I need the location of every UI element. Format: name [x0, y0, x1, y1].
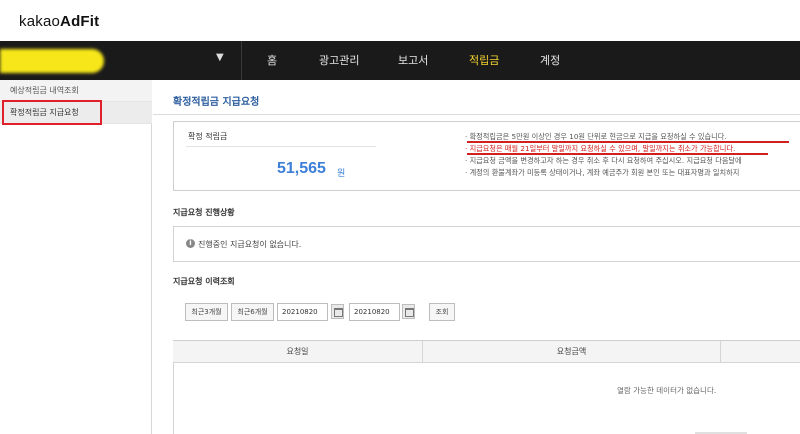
highlight-box — [2, 100, 102, 125]
history-table: 요청일 요청금액 열람 가능한 데이터가 없습니다. — [173, 340, 800, 434]
column-header-request-date: 요청일 — [173, 341, 423, 363]
account-selector[interactable]: ▼ — [0, 41, 242, 80]
calendar-icon[interactable] — [402, 304, 415, 319]
nav-account[interactable]: 계정 — [540, 41, 560, 80]
nav-home[interactable]: 홈 — [267, 41, 277, 80]
divider — [186, 146, 376, 147]
status-panel: i 진행중인 지급요청이 없습니다. — [173, 226, 800, 262]
logo-prefix: kakao — [19, 13, 61, 30]
recent-3-months-button[interactable]: 최근3개월 — [185, 303, 228, 321]
nav-ad-management[interactable]: 광고관리 — [319, 41, 359, 80]
top-header: kakaoAdFit — [0, 0, 800, 41]
main-content: 확정적립금 지급요청 확정 적립금 51,565 원 · 확정적립금은 5만원 … — [153, 80, 800, 434]
confirmed-reward-panel: 확정 적립금 51,565 원 · 확정적립금은 5만원 이상인 경우 10원 … — [173, 121, 800, 191]
nav-rewards[interactable]: 적립금 — [469, 41, 499, 80]
redacted-account-name — [0, 49, 104, 73]
status-message: 진행중인 지급요청이 없습니다. — [198, 240, 302, 249]
confirmed-reward-amount: 51,565 — [277, 160, 326, 177]
notice-line: · 계정의 환불계좌가 미등록 상태이거나, 계좌 예금주가 회원 본인 또는 … — [465, 168, 740, 177]
red-underline — [467, 153, 768, 155]
logo-name: AdFit — [60, 13, 100, 30]
page-title: 확정적립금 지급요청 — [173, 97, 260, 108]
calendar-icon[interactable] — [331, 304, 344, 319]
sidebar: 예상적립금 내역조회 확정적립금 지급요청 — [0, 80, 152, 434]
recent-6-months-button[interactable]: 최근6개월 — [231, 303, 274, 321]
kakao-adfit-logo[interactable]: kakaoAdFit — [19, 13, 99, 30]
main-navigation: ▼ 홈 광고관리 보고서 적립금 계정 — [0, 41, 800, 80]
column-header-request-amount: 요청금액 — [423, 341, 721, 363]
confirmed-reward-label: 확정 적립금 — [188, 132, 228, 141]
divider — [153, 114, 800, 115]
section-title-history: 지급요청 이력조회 — [173, 277, 235, 286]
search-button[interactable]: 조회 — [429, 303, 455, 321]
chevron-down-icon[interactable]: ▼ — [216, 52, 224, 63]
sidebar-item-expected-rewards[interactable]: 예상적립금 내역조회 — [0, 80, 152, 102]
currency-unit: 원 — [337, 169, 346, 179]
nav-reports[interactable]: 보고서 — [398, 41, 428, 80]
notice-line: · 지급요청 금액을 변경하고자 하는 경우 취소 후 다시 요청하여 주십시오… — [465, 156, 742, 165]
end-date-input[interactable]: 20210820 — [349, 303, 400, 321]
section-title-status: 지급요청 진행상황 — [173, 208, 235, 217]
info-icon: i — [186, 239, 195, 248]
start-date-input[interactable]: 20210820 — [277, 303, 328, 321]
column-header — [721, 341, 800, 363]
red-underline — [467, 141, 789, 143]
empty-table-message: 열람 가능한 데이터가 없습니다. — [617, 386, 717, 395]
